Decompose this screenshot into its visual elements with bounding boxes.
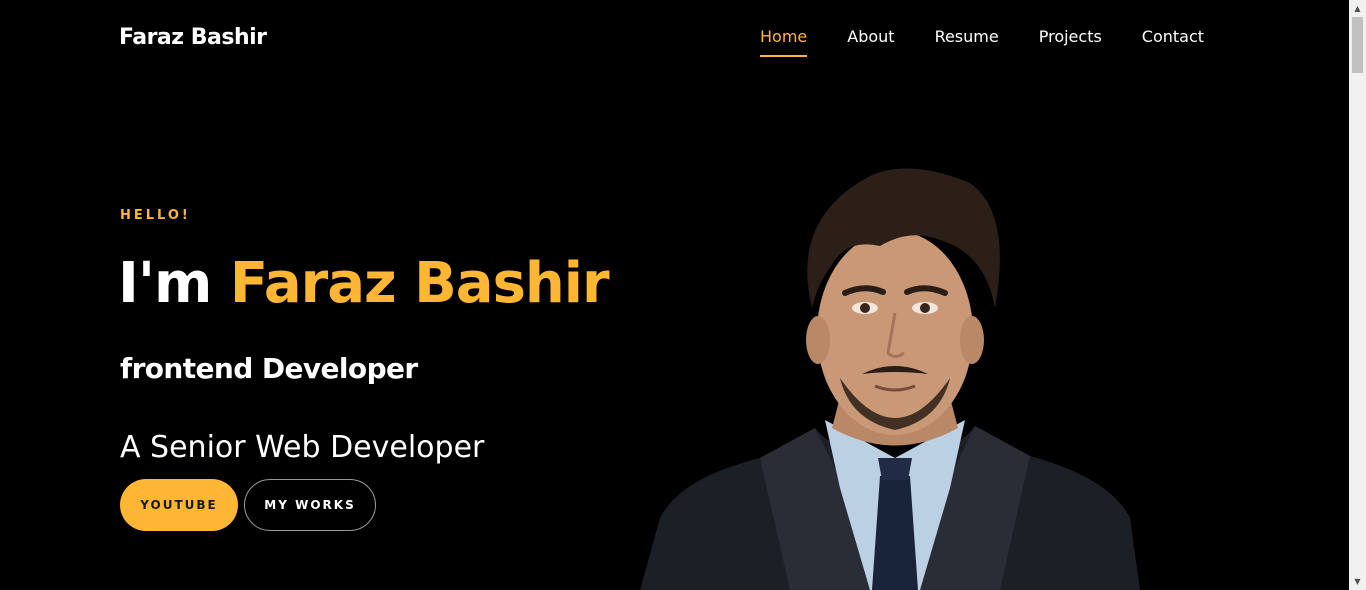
pupil-right-shape bbox=[920, 303, 930, 313]
site-logo[interactable]: Faraz Bashir bbox=[119, 25, 267, 50]
page: Faraz Bashir Home About Resume Projects … bbox=[0, 0, 1349, 590]
vertical-scrollbar[interactable]: ▲ ▼ bbox=[1349, 0, 1366, 590]
pupil-left-shape bbox=[860, 303, 870, 313]
hero-greeting: HELLO! bbox=[120, 208, 191, 223]
nav-item-home[interactable]: Home bbox=[760, 27, 808, 57]
nav-item-about[interactable]: About bbox=[847, 27, 894, 57]
nav-item-contact[interactable]: Contact bbox=[1142, 27, 1204, 57]
my-works-button[interactable]: MY WORKS bbox=[244, 479, 376, 531]
youtube-button[interactable]: YOUTUBE bbox=[120, 479, 238, 531]
tie-shape bbox=[872, 476, 918, 590]
nav-item-resume[interactable]: Resume bbox=[935, 27, 999, 57]
main-nav: Home About Resume Projects Contact bbox=[760, 27, 1204, 57]
nav-item-projects[interactable]: Projects bbox=[1039, 27, 1102, 57]
face-shape bbox=[817, 231, 973, 435]
portrait-image bbox=[640, 168, 1140, 590]
scroll-up-icon[interactable]: ▲ bbox=[1349, 0, 1366, 17]
hero-role: frontend Developer bbox=[120, 352, 418, 385]
hero-title: I'm Faraz Bashir bbox=[118, 246, 610, 322]
ear-left-shape bbox=[806, 316, 830, 364]
tie-knot-shape bbox=[878, 458, 912, 480]
hero-tagline: A Senior Web Developer bbox=[120, 430, 485, 465]
ear-right-shape bbox=[960, 316, 984, 364]
scroll-down-icon[interactable]: ▼ bbox=[1349, 573, 1366, 590]
hero-title-prefix: I'm bbox=[118, 251, 212, 316]
hero-name: Faraz Bashir bbox=[229, 251, 610, 316]
scroll-thumb[interactable] bbox=[1352, 17, 1363, 73]
